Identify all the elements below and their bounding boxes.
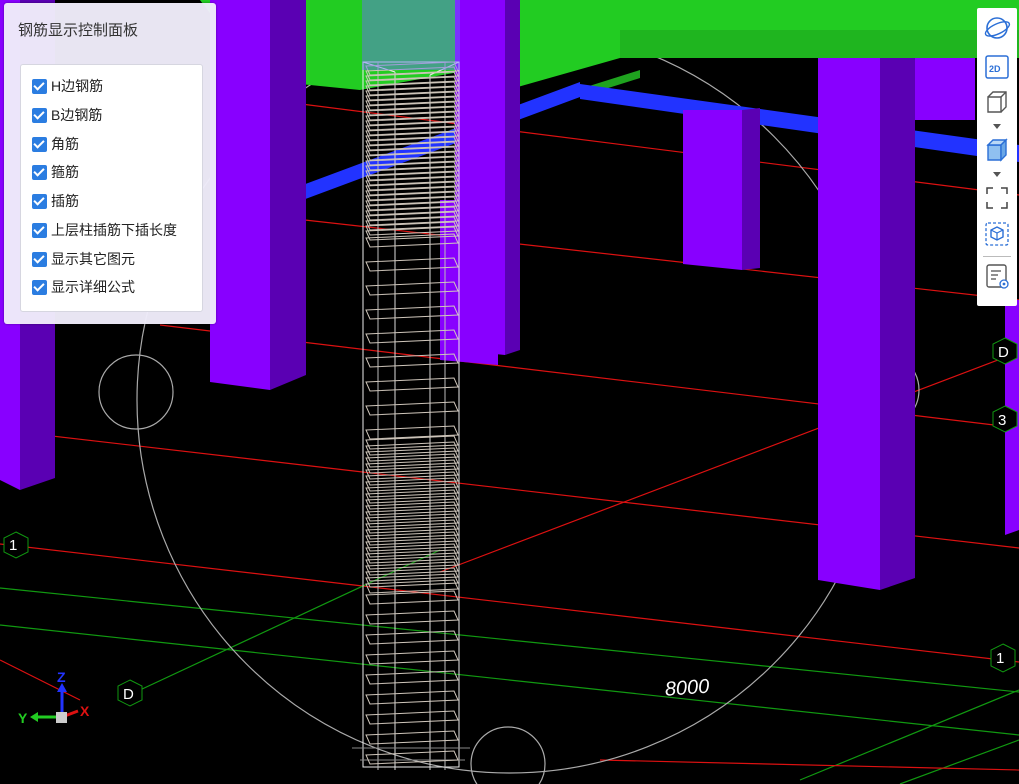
- svg-text:1: 1: [9, 537, 17, 554]
- axis-marker-d-left: D: [117, 679, 143, 707]
- svg-text:2D: 2D: [989, 64, 1001, 74]
- dimension-label: 8000: [664, 676, 710, 701]
- panel-title: 钢筋显示控制面板: [18, 22, 139, 39]
- orbit-icon[interactable]: [983, 14, 1011, 42]
- axis-marker-d-right: D: [992, 337, 1018, 365]
- option-b-side-rebar[interactable]: B边钢筋: [32, 105, 102, 125]
- axis-marker-1-left: 1: [3, 531, 29, 559]
- properties-icon[interactable]: [983, 262, 1011, 290]
- upper-column-ghost: [362, 0, 460, 70]
- option-h-side-rebar[interactable]: H边钢筋: [32, 76, 103, 96]
- option-dowel-rebar[interactable]: 插筋: [32, 191, 79, 211]
- option-label: 角筋: [51, 136, 79, 152]
- option-label: 显示其它图元: [51, 251, 135, 267]
- option-label: 箍筋: [51, 164, 79, 180]
- view-toolbar: 2D: [977, 8, 1017, 306]
- option-label: 上层柱插筋下插长度: [51, 222, 177, 238]
- option-corner-rebar[interactable]: 角筋: [32, 134, 79, 154]
- option-stirrup[interactable]: 箍筋: [32, 162, 79, 182]
- zoom-extents-icon[interactable]: [983, 184, 1011, 212]
- option-show-other-elements[interactable]: 显示其它图元: [32, 249, 135, 269]
- checkbox-corner-rebar[interactable]: [32, 136, 47, 152]
- 3d-box-dropdown-icon[interactable]: [993, 124, 1001, 129]
- option-label: 显示详细公式: [51, 279, 135, 295]
- option-upper-column-dowel-length[interactable]: 上层柱插筋下插长度: [32, 220, 177, 240]
- checkbox-dowel-rebar[interactable]: [32, 193, 47, 209]
- option-label: B边钢筋: [51, 107, 103, 123]
- svg-text:Y: Y: [18, 710, 28, 726]
- svg-text:3: 3: [998, 412, 1006, 429]
- svg-text:1: 1: [996, 650, 1004, 667]
- checkbox-show-other-elements[interactable]: [32, 251, 47, 267]
- options-box: H边钢筋 B边钢筋 角筋 箍筋 插筋 上层柱插筋下插长度 显示其它图元 显示详细…: [20, 64, 203, 312]
- option-label: H边钢筋: [51, 78, 104, 94]
- checkbox-stirrup[interactable]: [32, 164, 47, 180]
- axis-marker-3-right: 3: [992, 405, 1018, 433]
- checkbox-h-side-rebar[interactable]: [32, 78, 47, 94]
- slab-edge: [620, 30, 1019, 58]
- svg-text:D: D: [998, 344, 1009, 361]
- 2d-view-icon[interactable]: 2D: [983, 53, 1011, 81]
- 3d-solid-icon[interactable]: [983, 136, 1011, 164]
- 3d-box-icon[interactable]: [983, 88, 1011, 116]
- view-cube-icon[interactable]: [983, 220, 1011, 248]
- option-label: 插筋: [51, 193, 79, 209]
- svg-text:Z: Z: [57, 669, 66, 685]
- 3d-solid-dropdown-icon[interactable]: [993, 172, 1001, 177]
- axis-marker-1-right: 1: [990, 643, 1016, 673]
- rebar-display-control-panel: 钢筋显示控制面板 H边钢筋 B边钢筋 角筋 箍筋 插筋 上层柱插筋下插长度 显示…: [4, 3, 216, 324]
- svg-text:D: D: [123, 686, 134, 703]
- checkbox-b-side-rebar[interactable]: [32, 107, 47, 123]
- checkbox-show-detailed-formula[interactable]: [32, 279, 47, 295]
- svg-text:X: X: [80, 703, 90, 719]
- option-show-detailed-formula[interactable]: 显示详细公式: [32, 277, 135, 297]
- checkbox-upper-column-dowel-length[interactable]: [32, 222, 47, 238]
- toolbar-separator: [983, 256, 1011, 257]
